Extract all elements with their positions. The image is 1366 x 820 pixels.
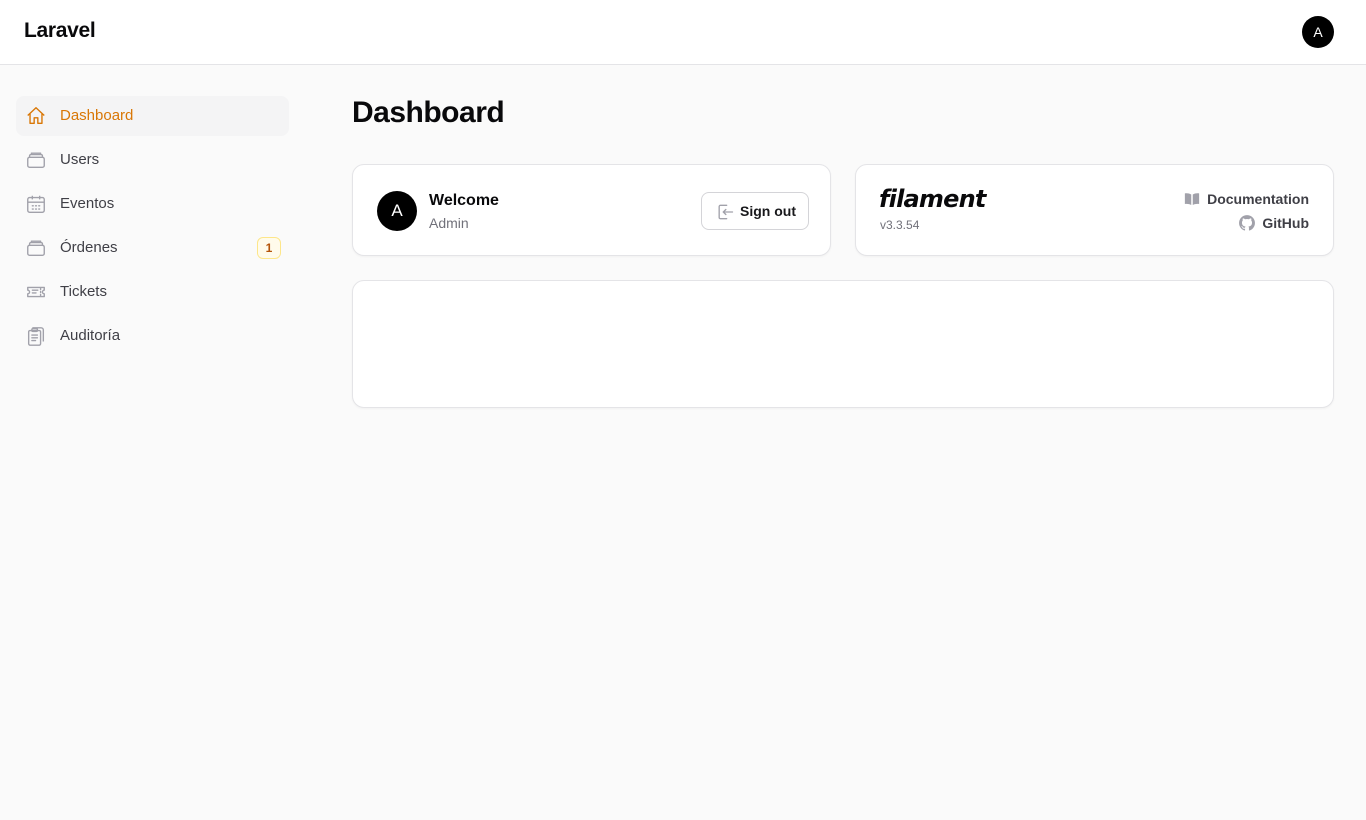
sidebar-item-tickets[interactable]: Tickets <box>16 272 289 312</box>
clipboard-icon <box>25 325 47 347</box>
sidebar-item-dashboard[interactable]: Dashboard <box>16 96 289 136</box>
sidebar-item-label: Órdenes <box>60 239 118 256</box>
stack-icon <box>25 237 47 259</box>
sidebar-item-ordenes[interactable]: Órdenes 1 <box>16 228 289 268</box>
sidebar-item-users[interactable]: Users <box>16 140 289 180</box>
welcome-heading: Welcome <box>429 192 499 209</box>
sign-out-label: Sign out <box>740 203 796 219</box>
account-widget: A Welcome Admin Sign out <box>352 164 831 256</box>
documentation-link[interactable]: Documentation <box>1183 189 1309 209</box>
version-label: v3.3.54 <box>880 218 920 232</box>
ticket-icon <box>25 281 47 303</box>
brand-logo[interactable]: Laravel <box>24 19 96 43</box>
empty-widget <box>352 280 1334 408</box>
filament-info-widget: filament v3.3.54 Documentation GitHub <box>855 164 1334 256</box>
documentation-label: Documentation <box>1207 191 1309 207</box>
avatar: A <box>377 191 417 231</box>
sidebar-item-eventos[interactable]: Eventos <box>16 184 289 224</box>
github-label: GitHub <box>1262 215 1309 231</box>
sign-out-button[interactable]: Sign out <box>701 192 809 230</box>
user-menu-avatar[interactable]: A <box>1302 16 1334 48</box>
sidebar-item-label: Eventos <box>60 195 115 212</box>
count-badge: 1 <box>257 237 281 259</box>
sidebar-item-label: Auditoría <box>60 327 121 344</box>
sidebar-item-label: Users <box>60 151 100 168</box>
user-name: Admin <box>429 215 469 231</box>
home-icon <box>25 105 47 127</box>
sidebar-item-label: Tickets <box>60 283 107 300</box>
logout-icon <box>715 202 735 222</box>
filament-logo: filament <box>879 185 986 213</box>
page-title: Dashboard <box>352 96 505 129</box>
github-icon <box>1238 214 1256 232</box>
sidebar-item-label: Dashboard <box>60 107 134 124</box>
sidebar: Dashboard Users Eventos Órdenes 1 Ticket… <box>16 96 289 360</box>
sidebar-item-auditoria[interactable]: Auditoría <box>16 316 289 356</box>
top-bar: Laravel A <box>0 0 1366 65</box>
calendar-icon <box>25 193 47 215</box>
stack-icon <box>25 149 47 171</box>
book-icon <box>1183 190 1201 208</box>
github-link[interactable]: GitHub <box>1238 213 1309 233</box>
